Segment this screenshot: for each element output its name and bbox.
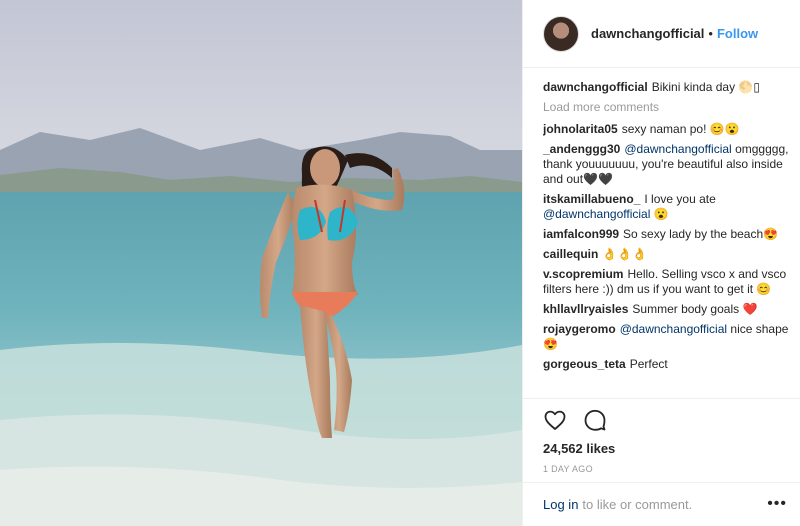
more-options-icon[interactable]: •••: [767, 495, 787, 513]
comment-username[interactable]: gorgeous_teta: [543, 357, 626, 371]
comment-text-after: 😮: [650, 207, 669, 221]
post-timestamp: 1 DAY AGO: [543, 464, 593, 474]
caption-text: Bikini kinda day 🌕▯: [651, 80, 760, 94]
login-link[interactable]: Log in: [543, 497, 578, 512]
speech-bubble-icon[interactable]: [583, 408, 607, 432]
comment-username[interactable]: rojaygeromo: [543, 322, 616, 336]
post-sidebar: dawnchangofficial • Follow dawnchangoffi…: [522, 0, 800, 526]
action-icons: [543, 399, 800, 441]
comment-text: I love you ate: [644, 192, 716, 206]
comment-username[interactable]: khllavllryaisles: [543, 302, 628, 316]
comment-text: 👌👌👌: [602, 247, 648, 261]
comment-item: v.scopremium Hello. Selling vsco x and vs…: [543, 267, 793, 297]
header-separator: •: [708, 26, 713, 41]
comment-username[interactable]: iamfalcon999: [543, 227, 619, 241]
comment-mention[interactable]: @dawnchangofficial: [620, 322, 727, 336]
beach-photo-illustration: [0, 0, 522, 526]
comment-text: So sexy lady by the beach😍: [623, 227, 779, 241]
comment-username[interactable]: v.scopremium: [543, 267, 623, 281]
comment-username[interactable]: _andenggg30: [543, 142, 620, 156]
comment-text: Summer body goals ❤️: [632, 302, 758, 316]
comment-text: Perfect: [629, 357, 668, 371]
comments-list[interactable]: dawnchangofficial Bikini kinda day 🌕▯ Loa…: [543, 80, 793, 398]
header-username[interactable]: dawnchangofficial: [591, 26, 704, 41]
comment-username[interactable]: johnolarita05: [543, 122, 618, 136]
comment-item: itskamillabueno_ I love you ate @dawnchan…: [543, 192, 793, 222]
comment-username[interactable]: caillequin: [543, 247, 598, 261]
caption: dawnchangofficial Bikini kinda day 🌕▯: [543, 80, 793, 95]
footer-text: to like or comment.: [582, 497, 693, 512]
comment-mention[interactable]: @dawnchangofficial: [624, 142, 731, 156]
instagram-post: dawnchangofficial • Follow dawnchangoffi…: [0, 0, 800, 526]
comment-item: johnolarita05 sexy naman po! 😊😮: [543, 122, 793, 137]
comment-item: _andenggg30 @dawnchangofficial omggggg, t…: [543, 142, 793, 187]
comment-item: caillequin 👌👌👌: [543, 247, 793, 262]
follow-button[interactable]: Follow: [717, 26, 758, 41]
comment-item: gorgeous_teta Perfect: [543, 357, 793, 372]
comment-item: rojaygeromo @dawnchangofficial nice shape…: [543, 322, 793, 352]
comment-text: sexy naman po! 😊😮: [621, 122, 740, 136]
load-more-comments-button[interactable]: Load more comments: [543, 100, 793, 115]
heart-icon[interactable]: [543, 408, 567, 432]
comment-mention[interactable]: @dawnchangofficial: [543, 207, 650, 221]
comment-item: khllavllryaisles Summer body goals ❤️: [543, 302, 793, 317]
comment-item: iamfalcon999 So sexy lady by the beach😍: [543, 227, 793, 242]
caption-username[interactable]: dawnchangofficial: [543, 80, 648, 94]
comment-username[interactable]: itskamillabueno_: [543, 192, 640, 206]
avatar[interactable]: [543, 15, 579, 52]
post-header: dawnchangofficial • Follow: [523, 0, 800, 68]
post-footer: Log in to like or comment. •••: [523, 482, 800, 526]
post-photo[interactable]: [0, 0, 522, 526]
likes-count[interactable]: 24,562 likes: [543, 441, 800, 456]
